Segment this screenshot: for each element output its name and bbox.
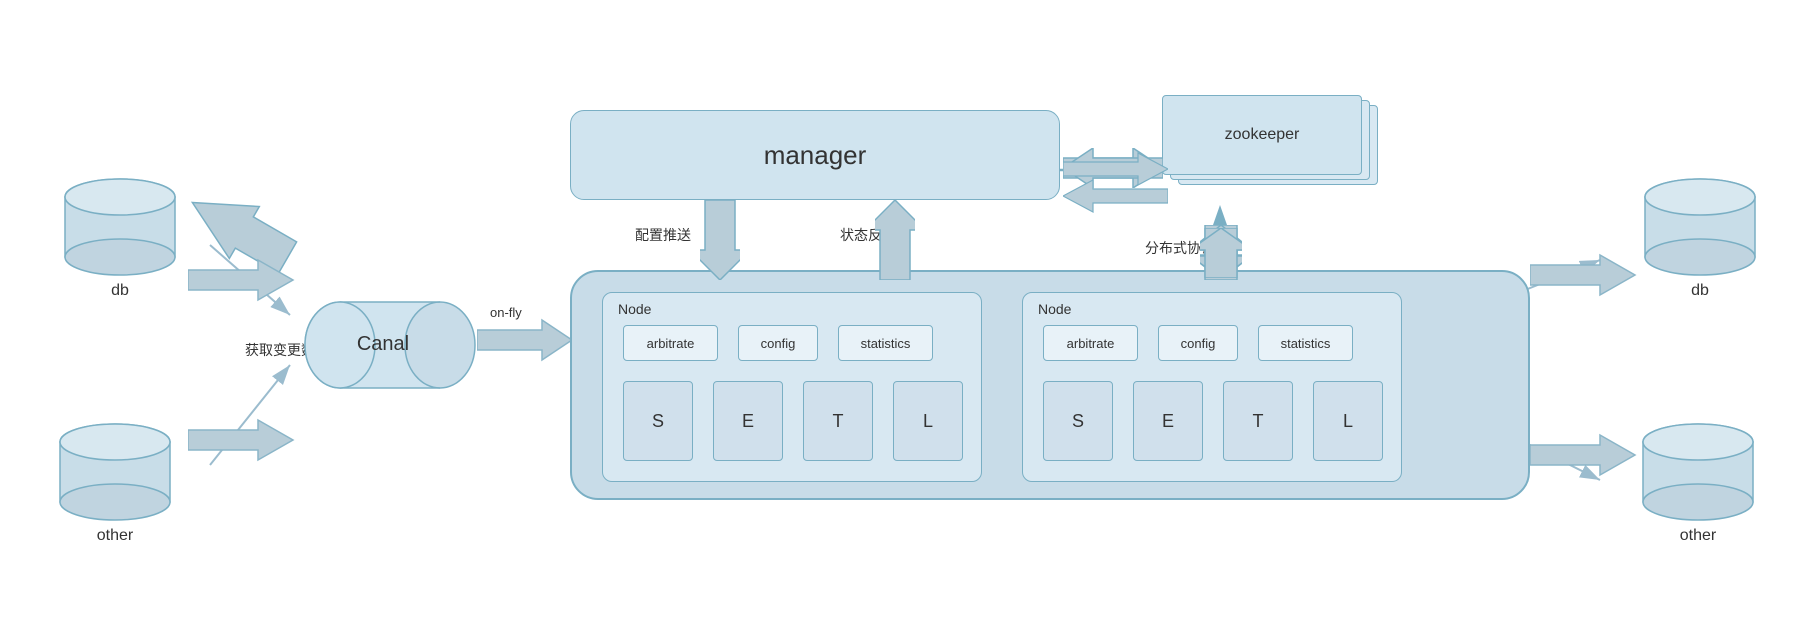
on-fly-label: on-fly [490, 305, 522, 320]
status-feedback-arrow [875, 200, 915, 285]
node1-s-box: S [623, 381, 693, 461]
node2-statistics-box: statistics [1258, 325, 1353, 361]
node1-statistics-label: statistics [861, 336, 911, 351]
main-container: Node arbitrate config statistics S E [570, 270, 1530, 500]
node1-t-box: T [803, 381, 873, 461]
node1-arbitrate-label: arbitrate [647, 336, 695, 351]
node2-s-box: S [1043, 381, 1113, 461]
arrow-to-right-other [1530, 430, 1640, 485]
node2-arbitrate-box: arbitrate [1043, 325, 1138, 361]
node2-t-label: T [1253, 411, 1264, 432]
node2-s-label: S [1072, 411, 1084, 432]
config-push-label: 配置推送 [635, 225, 691, 245]
node1-label: Node [618, 301, 651, 317]
node1-t-label: T [833, 411, 844, 432]
node1-e-label: E [742, 411, 754, 432]
canal-shape: Canal [295, 300, 480, 395]
node2-statistics-label: statistics [1281, 336, 1331, 351]
node2-config-label: config [1181, 336, 1216, 351]
manager-zookeeper-dbl-arrow-left [1063, 175, 1168, 222]
node2-box: Node arbitrate config statistics S E [1022, 292, 1402, 482]
node1-s-label: S [652, 411, 664, 432]
node1-l-box: L [893, 381, 963, 461]
node1-statistics-box: statistics [838, 325, 933, 361]
manager-label: manager [764, 140, 867, 171]
node2-l-label: L [1343, 411, 1353, 432]
node1-l-label: L [923, 411, 933, 432]
other-cylinder-left: other [55, 420, 175, 545]
node2-config-box: config [1158, 325, 1238, 361]
node2-t-box: T [1223, 381, 1293, 461]
node2-arbitrate-label: arbitrate [1067, 336, 1115, 351]
zk-up-arrow [1200, 228, 1242, 283]
arrow-db-to-canal [188, 255, 298, 310]
arrow-to-right-db [1530, 250, 1640, 305]
node2-label: Node [1038, 301, 1071, 317]
node1-config-label: config [761, 336, 796, 351]
node2-e-label: E [1162, 411, 1174, 432]
node1-arbitrate-box: arbitrate [623, 325, 718, 361]
db-cylinder-left: db [60, 175, 180, 300]
node2-l-box: L [1313, 381, 1383, 461]
manager-box: manager [570, 110, 1060, 200]
zookeeper-label: zookeeper [1225, 126, 1300, 144]
node2-e-box: E [1133, 381, 1203, 461]
arrow-canal-to-main [477, 315, 577, 370]
arrow-other-to-canal [188, 415, 298, 470]
svg-text:Canal: Canal [357, 333, 409, 355]
node1-e-box: E [713, 381, 783, 461]
node1-box: Node arbitrate config statistics S E [602, 292, 982, 482]
other-cylinder-right: other [1638, 420, 1758, 545]
node1-config-box: config [738, 325, 818, 361]
zookeeper-box: zookeeper [1162, 95, 1362, 175]
architecture-diagram: db other 获取变更数据 [0, 0, 1800, 643]
db-cylinder-right: db [1640, 175, 1760, 300]
config-push-arrow [700, 200, 740, 285]
